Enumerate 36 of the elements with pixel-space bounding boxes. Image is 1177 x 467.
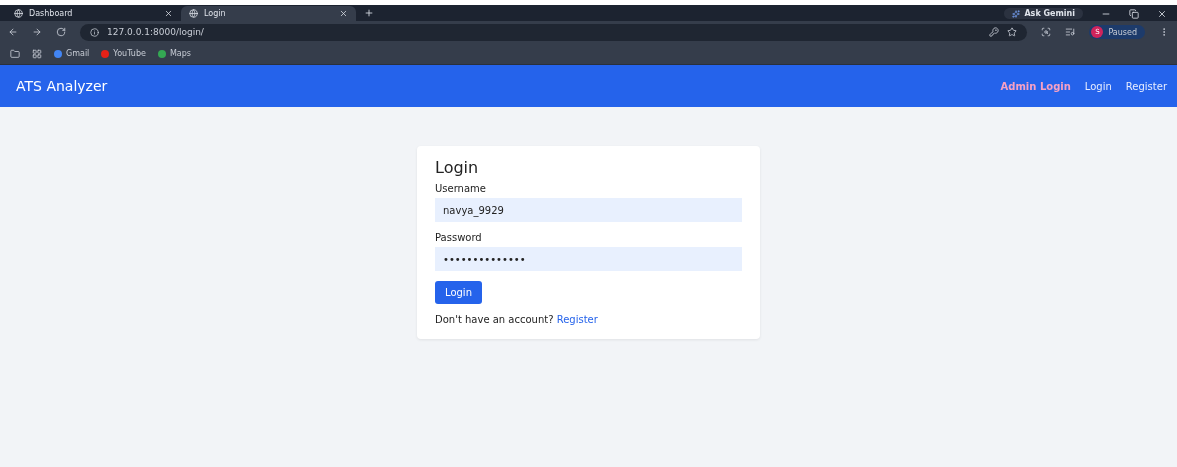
globe-icon bbox=[14, 9, 23, 18]
input-field[interactable]: •••••••••••••• bbox=[435, 247, 742, 271]
ask-gemini-button[interactable]: Ask Gemini bbox=[1004, 8, 1083, 19]
info-icon[interactable] bbox=[90, 27, 99, 37]
close-icon[interactable] bbox=[1157, 8, 1167, 19]
browser-tab[interactable]: Dashboard bbox=[6, 6, 181, 21]
bookmark[interactable]: Maps bbox=[157, 49, 191, 58]
login-button[interactable]: Login bbox=[435, 281, 482, 304]
media-icon[interactable] bbox=[1065, 27, 1076, 37]
lens-icon[interactable] bbox=[1041, 27, 1052, 37]
bookmark[interactable]: Gmail bbox=[54, 49, 90, 58]
form-title: Login bbox=[435, 158, 480, 177]
register-prompt: Don't have an account? Register bbox=[435, 314, 599, 325]
field-label: Username bbox=[435, 183, 487, 194]
forward-icon[interactable] bbox=[32, 27, 42, 37]
key-icon[interactable] bbox=[989, 27, 1000, 37]
globe-icon bbox=[189, 9, 198, 18]
new-tab-icon[interactable] bbox=[364, 8, 374, 18]
close-icon[interactable] bbox=[339, 9, 348, 18]
bookmark-star-icon[interactable] bbox=[1007, 27, 1018, 37]
brand-title[interactable]: ATS Analyzer bbox=[16, 78, 108, 94]
sparkle-icon bbox=[1012, 9, 1021, 18]
field-label: Password bbox=[435, 232, 483, 243]
restore-icon[interactable] bbox=[1129, 8, 1139, 19]
nav-link[interactable]: Register bbox=[1125, 80, 1167, 92]
back-icon[interactable] bbox=[8, 27, 18, 37]
nav-link[interactable]: Login bbox=[1084, 80, 1112, 92]
browser-tab[interactable]: Login bbox=[181, 6, 356, 21]
register-link[interactable]: Register bbox=[556, 314, 598, 325]
folder-icon[interactable] bbox=[10, 48, 20, 59]
reload-icon[interactable] bbox=[56, 27, 66, 37]
bookmark[interactable]: YouTube bbox=[101, 49, 146, 58]
address-bar[interactable]: 127.0.0.1:8000/login/ bbox=[80, 23, 1028, 41]
apps-icon[interactable] bbox=[32, 48, 42, 59]
input-field[interactable]: navya_9929 bbox=[435, 198, 742, 222]
close-icon[interactable] bbox=[164, 9, 173, 18]
